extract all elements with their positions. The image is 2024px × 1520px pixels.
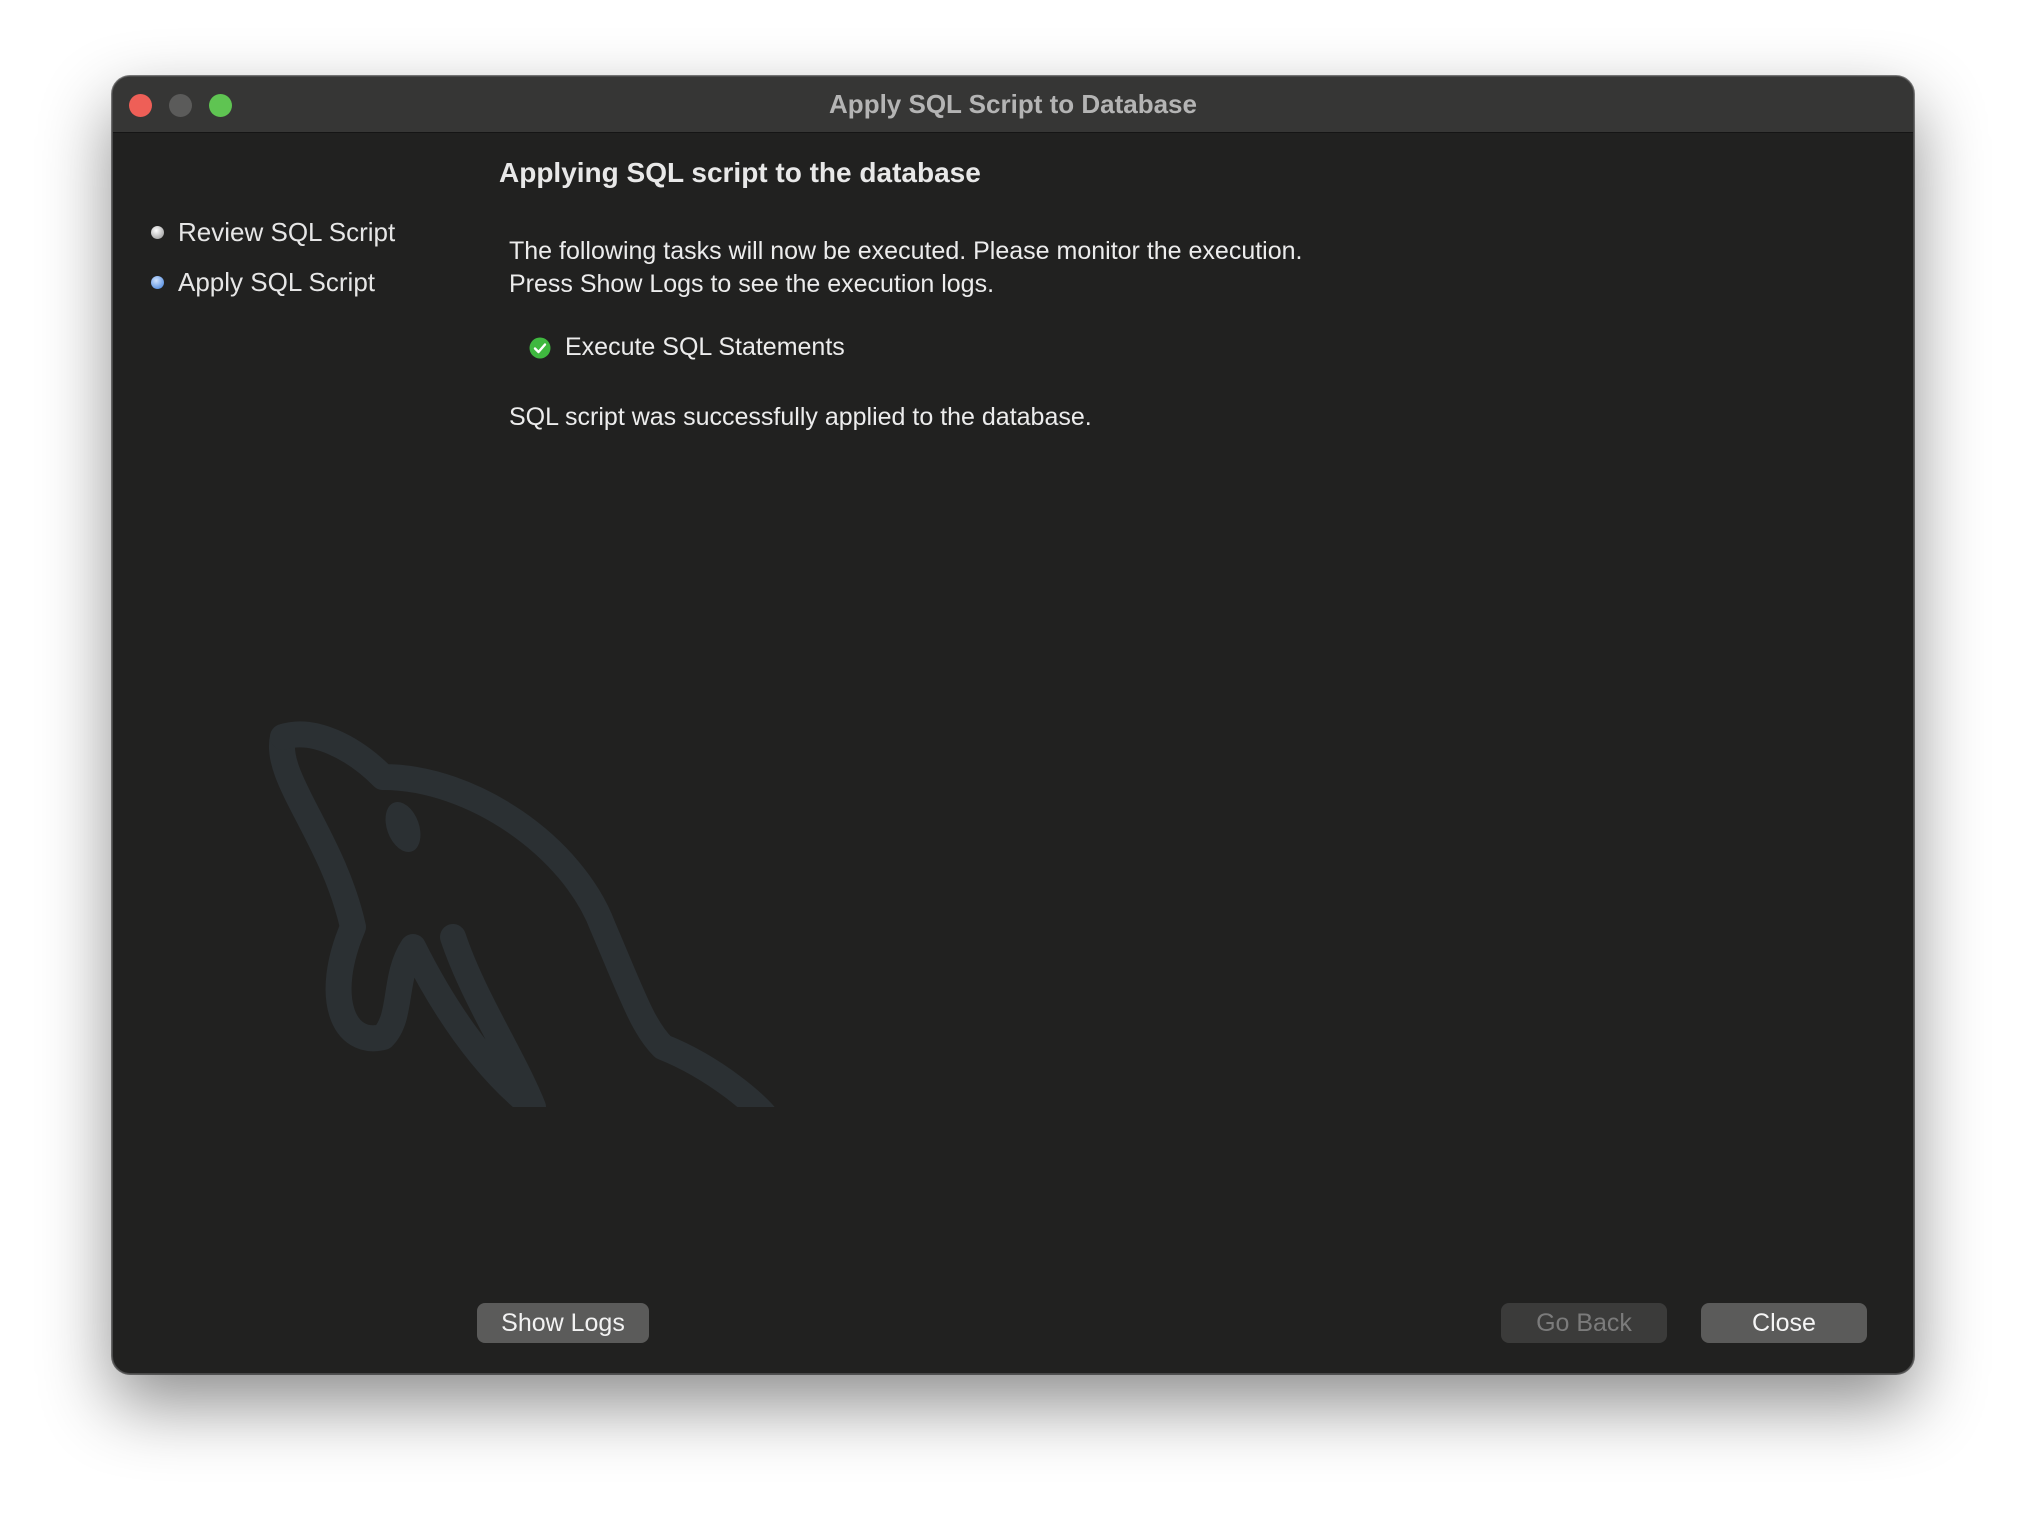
step-label: Apply SQL Script [178,266,376,297]
step-review-sql-script: Review SQL Script [151,207,395,257]
step-label: Review SQL Script [178,216,396,247]
step-list: Review SQL Script Apply SQL Script [151,207,395,307]
page-heading: Applying SQL script to the database [499,157,981,188]
show-logs-button[interactable]: Show Logs [477,1303,649,1343]
step-done-bullet-icon [151,225,164,239]
description-line-2: Press Show Logs to see the execution log… [509,270,995,298]
go-back-button[interactable]: Go Back [1501,1303,1667,1343]
window-title: Apply SQL Script to Database [829,89,1197,119]
task-label: Execute SQL Statements [565,333,845,361]
task-execute-sql-statements: Execute SQL Statements [529,333,845,362]
step-current-bullet-icon [151,275,164,289]
result-message: SQL script was successfully applied to t… [509,403,1092,431]
description-line-1: The following tasks will now be executed… [509,237,1303,265]
description-text: The following tasks will now be executed… [509,235,1302,301]
check-circle-icon [529,337,551,358]
close-button[interactable]: Close [1701,1303,1867,1343]
title-bar[interactable]: Apply SQL Script to Database [113,77,1913,133]
dolphin-watermark-icon [268,721,775,1107]
dialog-window: Apply SQL Script to Database Review SQL … [112,76,1914,1374]
step-apply-sql-script: Apply SQL Script [151,257,395,307]
